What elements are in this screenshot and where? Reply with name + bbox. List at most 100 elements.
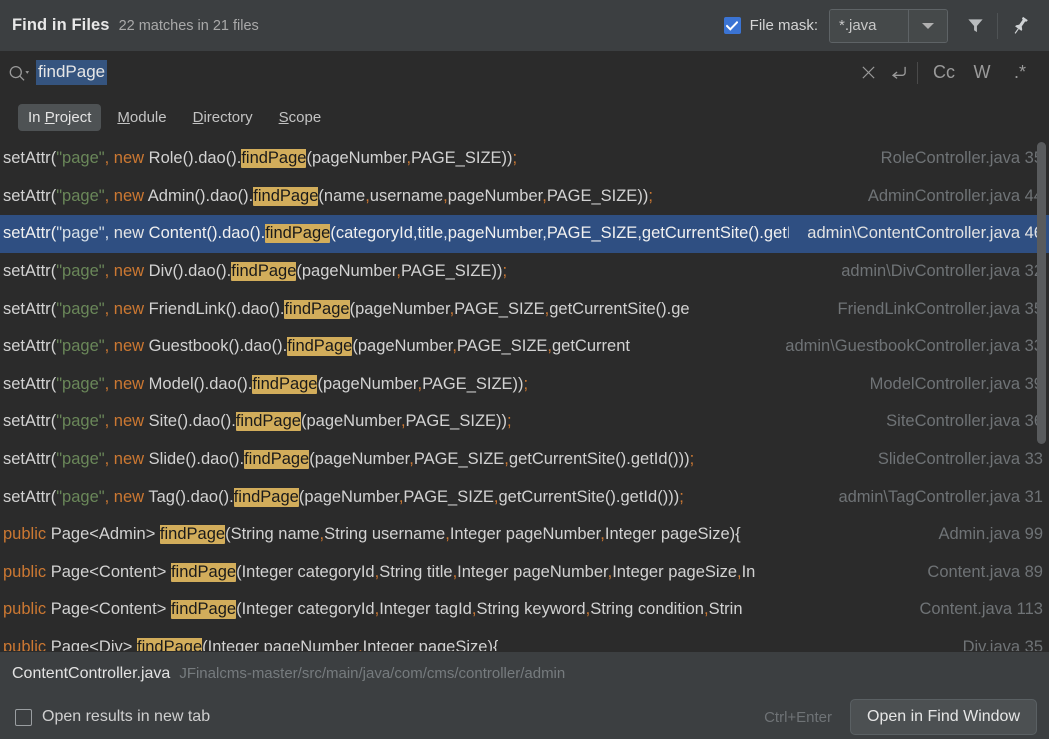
keyword: new <box>113 487 145 506</box>
code-token: In <box>741 562 756 581</box>
result-code: public Page<Div> findPage(Integer pageNu… <box>3 638 498 651</box>
keyword: new <box>113 149 145 168</box>
code-token: String <box>379 562 423 581</box>
code-token: Integer <box>379 600 431 619</box>
tab-module[interactable]: Module <box>107 104 176 131</box>
code-token: pageNumber <box>314 450 410 469</box>
result-row[interactable]: setAttr("page", new Role().dao().findPag… <box>0 140 1049 178</box>
return-arrow-icon <box>891 66 906 79</box>
code-token: Admin <box>147 186 195 205</box>
preview-directory: JFinalcms-master/src/main/java/com/cms/c… <box>179 665 566 682</box>
match-highlight: findPage <box>136 638 203 651</box>
file-mask-label: File mask: <box>749 17 818 34</box>
scrollbar-thumb[interactable] <box>1037 142 1046 444</box>
result-code: setAttr("page", new Role().dao().findPag… <box>3 149 517 169</box>
code-token: String <box>230 525 274 544</box>
match-highlight: findPage <box>244 450 310 470</box>
keyword: new <box>113 374 145 393</box>
code-token: Admin <box>98 525 146 544</box>
code-token: > <box>145 525 156 544</box>
code-token: > <box>156 562 167 581</box>
match-highlight: findPage <box>170 562 237 582</box>
code-token: setAttr <box>3 374 51 393</box>
pin-button[interactable] <box>1001 7 1039 45</box>
dialog-header: Find in Files 22 matches in 21 files Fil… <box>0 0 1049 51</box>
result-row[interactable]: setAttr("page", new Div().dao().findPage… <box>0 253 1049 291</box>
match-case-toggle[interactable]: Cc <box>930 58 958 88</box>
code-token: setAttr <box>3 337 51 356</box>
code-token: String <box>324 525 368 544</box>
keyword: new <box>113 186 145 205</box>
new-line-button[interactable] <box>883 58 913 88</box>
result-row[interactable]: public Page<Content> findPage(Integer ca… <box>0 554 1049 592</box>
scope-tabs: In Project Module Directory Scope <box>0 94 1049 140</box>
result-row[interactable]: setAttr("page", new Site().dao().findPag… <box>0 403 1049 441</box>
file-mask-combo[interactable]: *.java <box>829 8 948 43</box>
clear-search-button[interactable] <box>853 58 883 88</box>
result-code: public Page<Content> findPage(Integer ca… <box>3 562 756 582</box>
result-row[interactable]: setAttr("page", new FriendLink().dao().f… <box>0 290 1049 328</box>
tab-directory[interactable]: Directory <box>183 104 263 131</box>
open-results-new-tab-checkbox[interactable] <box>15 708 32 726</box>
code-token: getCurrentSite <box>498 487 605 506</box>
file-mask-dropdown-button[interactable] <box>908 9 947 42</box>
result-location: SiteController.java 36 <box>886 412 1043 431</box>
keyword: new <box>113 412 145 431</box>
code-token: PAGE_SIZE <box>422 374 513 393</box>
code-token: pageNumber <box>505 525 601 544</box>
code-token: pageSize <box>418 638 488 651</box>
result-location: ModelController.java 39 <box>869 374 1043 393</box>
result-row[interactable]: setAttr("page", new Admin().dao().findPa… <box>0 178 1049 216</box>
file-mask-value[interactable]: *.java <box>830 9 908 42</box>
regex-toggle[interactable]: .* <box>1006 58 1034 88</box>
code-token: PAGE_SIZE <box>411 149 502 168</box>
code-token: Page <box>50 562 90 581</box>
code-token: pageNumber <box>447 186 543 205</box>
code-token: < <box>89 638 99 651</box>
search-input-options-button[interactable] <box>8 64 30 82</box>
tab-scope[interactable]: Scope <box>269 104 332 131</box>
tab-label: Directory <box>192 108 253 126</box>
result-row[interactable]: public Page<Div> findPage(Integer pageNu… <box>0 629 1049 651</box>
search-divider <box>917 61 918 84</box>
match-highlight: findPage <box>159 525 226 545</box>
result-row[interactable]: setAttr("page", new Guestbook().dao().fi… <box>0 328 1049 366</box>
punctuation: ; <box>648 186 653 205</box>
code-token: setAttr <box>3 149 51 168</box>
result-location: FriendLinkController.java 35 <box>837 299 1043 318</box>
filter-icon <box>967 19 983 33</box>
search-input[interactable]: findPage <box>36 60 108 85</box>
code-token: pageNumber <box>304 487 399 506</box>
code-token: < <box>89 562 99 581</box>
result-row[interactable]: setAttr("page", new Content().dao().find… <box>0 215 1049 253</box>
code-token: { <box>735 525 741 544</box>
filter-button[interactable] <box>956 7 994 45</box>
result-row[interactable]: public Page<Admin> findPage(String name,… <box>0 516 1049 554</box>
result-code: setAttr("page", new Tag().dao().findPage… <box>3 487 684 507</box>
result-location: AdminController.java 44 <box>867 186 1043 205</box>
code-token: Integer <box>241 600 293 619</box>
string-literal: "page" <box>56 450 105 469</box>
open-in-find-window-button[interactable]: Open in Find Window <box>850 699 1037 735</box>
result-row[interactable]: setAttr("page", new Tag().dao().findPage… <box>0 478 1049 516</box>
code-token: Div <box>148 262 173 281</box>
results-list[interactable]: setAttr("page", new Role().dao().findPag… <box>0 140 1049 651</box>
words-toggle[interactable]: W <box>968 58 996 88</box>
string-literal: "page" <box>56 412 105 431</box>
result-location: SlideController.java 33 <box>877 450 1043 469</box>
result-row[interactable]: setAttr("page", new Model().dao().findPa… <box>0 366 1049 404</box>
result-code: public Page<Content> findPage(Integer ca… <box>3 600 743 620</box>
result-row[interactable]: setAttr("page", new Slide().dao().findPa… <box>0 441 1049 479</box>
header-divider <box>997 12 998 39</box>
result-row[interactable]: public Page<Content> findPage(Integer ca… <box>0 591 1049 629</box>
code-token: pageNumber <box>301 262 397 281</box>
keyword: new <box>113 337 145 356</box>
results-scrollbar[interactable] <box>1037 140 1047 651</box>
code-token: setAttr <box>3 224 51 243</box>
tab-label: In Project <box>28 108 92 126</box>
code-token: String <box>476 600 520 619</box>
tab-in-project[interactable]: In Project <box>18 103 102 131</box>
file-mask-checkbox[interactable] <box>723 17 741 34</box>
match-highlight: findPage <box>241 149 307 169</box>
result-code: setAttr("page", new Site().dao().findPag… <box>3 412 512 432</box>
